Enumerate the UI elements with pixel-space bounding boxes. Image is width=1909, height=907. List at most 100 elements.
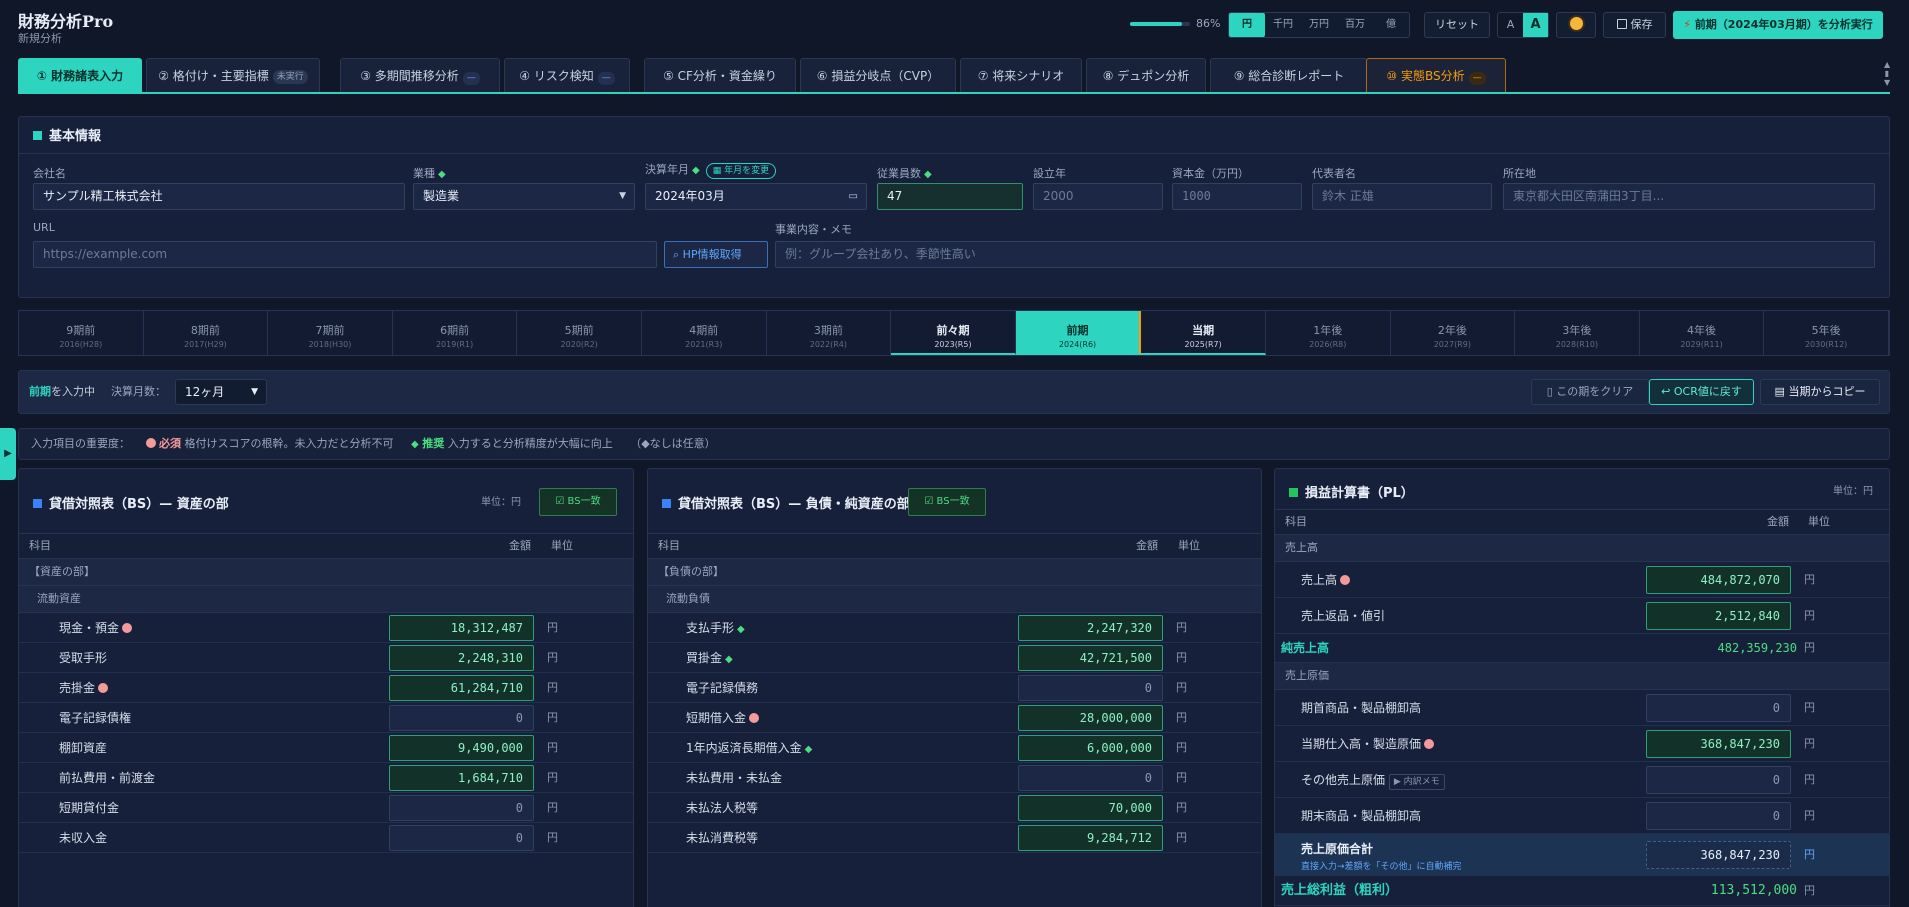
tab-report[interactable]: ⑨ 総合診断レポート xyxy=(1210,58,1368,92)
address-input[interactable]: 東京都大田区南蒲田3丁目... xyxy=(1503,183,1875,210)
capital-input[interactable]: 1000 xyxy=(1172,183,1302,210)
unit-million[interactable]: 百万 xyxy=(1337,13,1373,37)
assets-row: 棚卸資産 9,490,000 円 xyxy=(19,733,633,763)
amount-input[interactable]: 0 xyxy=(1018,675,1163,701)
founded-input[interactable]: 2000 xyxy=(1033,183,1163,210)
tab-label: ① 財務諸表入力 xyxy=(36,69,124,83)
amount-input[interactable]: 0 xyxy=(389,795,534,821)
tab-label: ⑧ デュポン分析 xyxy=(1102,69,1190,83)
tab-label: ⑨ 総合診断レポート xyxy=(1233,69,1345,83)
period-4[interactable]: 5期前 2020(R2) xyxy=(517,311,642,355)
side-drawer-toggle[interactable]: ▶ xyxy=(0,428,16,480)
breakdown-memo-button[interactable]: ▶ 内訳メモ xyxy=(1388,774,1445,790)
amount-input[interactable]: 9,490,000 xyxy=(389,735,534,761)
tab-scroll-indicator[interactable]: ▲ ▮ ▼ xyxy=(1884,60,1890,88)
unit-yen[interactable]: 円 xyxy=(1229,13,1265,37)
analyze-label: 前期（2024年03月期）を分析実行 xyxy=(1694,18,1873,31)
amount-input[interactable]: 2,248,310 xyxy=(389,645,534,671)
returns-amount-input[interactable]: 2,512,840 xyxy=(1646,602,1791,630)
change-month-button[interactable]: ▦ 年月を変更 xyxy=(705,163,777,179)
period-11[interactable]: 2年後 2027(R9) xyxy=(1391,311,1516,355)
period-year: 2022(R4) xyxy=(809,340,847,349)
ocr-revert-label: OCR値に戻す xyxy=(1673,385,1742,398)
fiscal-month-input[interactable]: 2024年03月 ▭ xyxy=(645,183,867,210)
unit-ten-thousand[interactable]: 万円 xyxy=(1301,13,1337,37)
period-0[interactable]: 9期前 2016(H28) xyxy=(19,311,144,355)
row-name: 1年内返済長期借入金 ◆ xyxy=(686,733,812,765)
period-14[interactable]: 5年後 2030(R12) xyxy=(1764,311,1889,355)
ocr-revert-button[interactable]: ↩ OCR値に戻す xyxy=(1649,379,1754,405)
liabilities-row: 支払手形 ◆ 2,247,320 円 xyxy=(648,613,1261,643)
period-5[interactable]: 4期前 2021(R3) xyxy=(642,311,767,355)
company-input[interactable]: サンプル精工株式会社 xyxy=(33,183,405,210)
tab-real-bs[interactable]: ⑩ 実態BS分析 — xyxy=(1366,58,1506,92)
hp-fetch-button[interactable]: ⌕ HP情報取得 xyxy=(664,241,768,268)
font-small-button[interactable]: A xyxy=(1498,13,1523,37)
period-12[interactable]: 3年後 2028(R10) xyxy=(1515,311,1640,355)
other-cogs-input[interactable]: 0 xyxy=(1646,766,1791,794)
tab-trend[interactable]: ③ 多期間推移分析 — xyxy=(340,58,500,92)
begin-inventory-input[interactable]: 0 xyxy=(1646,694,1791,722)
recommended-icon: ◆ xyxy=(737,624,745,635)
amount-input[interactable]: 0 xyxy=(389,705,534,731)
col-item: 科目 xyxy=(29,539,51,552)
amount-input[interactable]: 0 xyxy=(1018,765,1163,791)
row-name: 買掛金 ◆ xyxy=(686,643,733,675)
period-13[interactable]: 4年後 2029(R11) xyxy=(1640,311,1765,355)
amount-input[interactable]: 28,000,000 xyxy=(1018,705,1163,731)
period-8[interactable]: 前期 2024(R6) xyxy=(1015,311,1142,355)
tab-risk[interactable]: ④ リスク検知 — xyxy=(504,58,630,92)
period-9[interactable]: 当期 2025(R7) xyxy=(1141,311,1266,355)
amount-input[interactable]: 9,284,712 xyxy=(1018,825,1163,851)
amount-input[interactable]: 18,312,487 xyxy=(389,615,534,641)
end-inventory-input[interactable]: 0 xyxy=(1646,802,1791,830)
tab-cvp[interactable]: ⑥ 損益分岐点（CVP） xyxy=(800,58,956,92)
tab-cf[interactable]: ⑤ CF分析・資金繰り xyxy=(644,58,796,92)
amount-input[interactable]: 6,000,000 xyxy=(1018,735,1163,761)
progress-fill xyxy=(1130,22,1182,26)
cogs-total-input[interactable]: 368,847,230 xyxy=(1646,841,1791,869)
save-button[interactable]: 保存 xyxy=(1603,12,1666,38)
employees-input[interactable]: 47 xyxy=(877,183,1023,210)
tab-rating[interactable]: ② 格付け・主要指標 未実行 xyxy=(146,58,320,92)
industry-select[interactable]: 製造業 ▼ xyxy=(413,183,635,210)
amount-input[interactable]: 42,721,500 xyxy=(1018,645,1163,671)
row-name: 支払手形 ◆ xyxy=(686,613,745,645)
row-name: 売掛金 xyxy=(59,673,109,703)
amount-input[interactable]: 61,284,710 xyxy=(389,675,534,701)
sales-amount-input[interactable]: 484,872,070 xyxy=(1646,566,1791,594)
period-6[interactable]: 3期前 2022(R4) xyxy=(767,311,892,355)
row-label: 売上総利益（粗利） xyxy=(1281,883,1399,898)
memo-input[interactable]: 例：グループ会社あり、季節性高い xyxy=(775,241,1875,268)
period-7[interactable]: 前々期 2023(R5) xyxy=(891,311,1016,355)
amount-input[interactable]: 2,247,320 xyxy=(1018,615,1163,641)
unit-hundred-million[interactable]: 億 xyxy=(1373,13,1409,37)
unit-thousand[interactable]: 千円 xyxy=(1265,13,1301,37)
period-2[interactable]: 7期前 2018(H30) xyxy=(268,311,393,355)
period-10[interactable]: 1年後 2026(R8) xyxy=(1266,311,1391,355)
amount-input[interactable]: 1,684,710 xyxy=(389,765,534,791)
pl-row-returns: 売上返品・値引 2,512,840 円 xyxy=(1275,598,1889,634)
months-select[interactable]: 12ヶ月 ▼ xyxy=(175,379,267,405)
period-name: 5期前 xyxy=(564,324,594,337)
ceo-input[interactable]: 鈴木 正雄 xyxy=(1312,183,1492,210)
period-name: 前々期 xyxy=(936,324,970,337)
tab-scenario[interactable]: ⑦ 将来シナリオ xyxy=(960,58,1082,92)
tab-statement-input[interactable]: ① 財務諸表入力 xyxy=(18,58,142,92)
tab-dupont[interactable]: ⑧ デュポン分析 xyxy=(1086,58,1206,92)
font-large-button[interactable]: A xyxy=(1523,13,1548,37)
copy-current-button[interactable]: ▤ 当期からコピー xyxy=(1760,379,1880,405)
row-unit: 円 xyxy=(1804,809,1815,822)
purchases-amount-input[interactable]: 368,847,230 xyxy=(1646,730,1791,758)
reset-button[interactable]: リセット xyxy=(1424,12,1490,38)
theme-toggle-button[interactable] xyxy=(1556,12,1596,38)
analyze-button[interactable]: ⚡ 前期（2024年03月期）を分析実行 xyxy=(1673,11,1883,39)
legend-required: 必須 xyxy=(159,437,181,450)
url-input[interactable]: https://example.com xyxy=(33,241,657,268)
amount-input[interactable]: 70,000 xyxy=(1018,795,1163,821)
clear-period-button[interactable]: ▯ この期をクリア xyxy=(1531,379,1649,405)
period-3[interactable]: 6期前 2019(R1) xyxy=(393,311,518,355)
period-1[interactable]: 8期前 2017(H29) xyxy=(144,311,269,355)
row-name: 未収入金 xyxy=(59,823,107,853)
amount-input[interactable]: 0 xyxy=(389,825,534,851)
